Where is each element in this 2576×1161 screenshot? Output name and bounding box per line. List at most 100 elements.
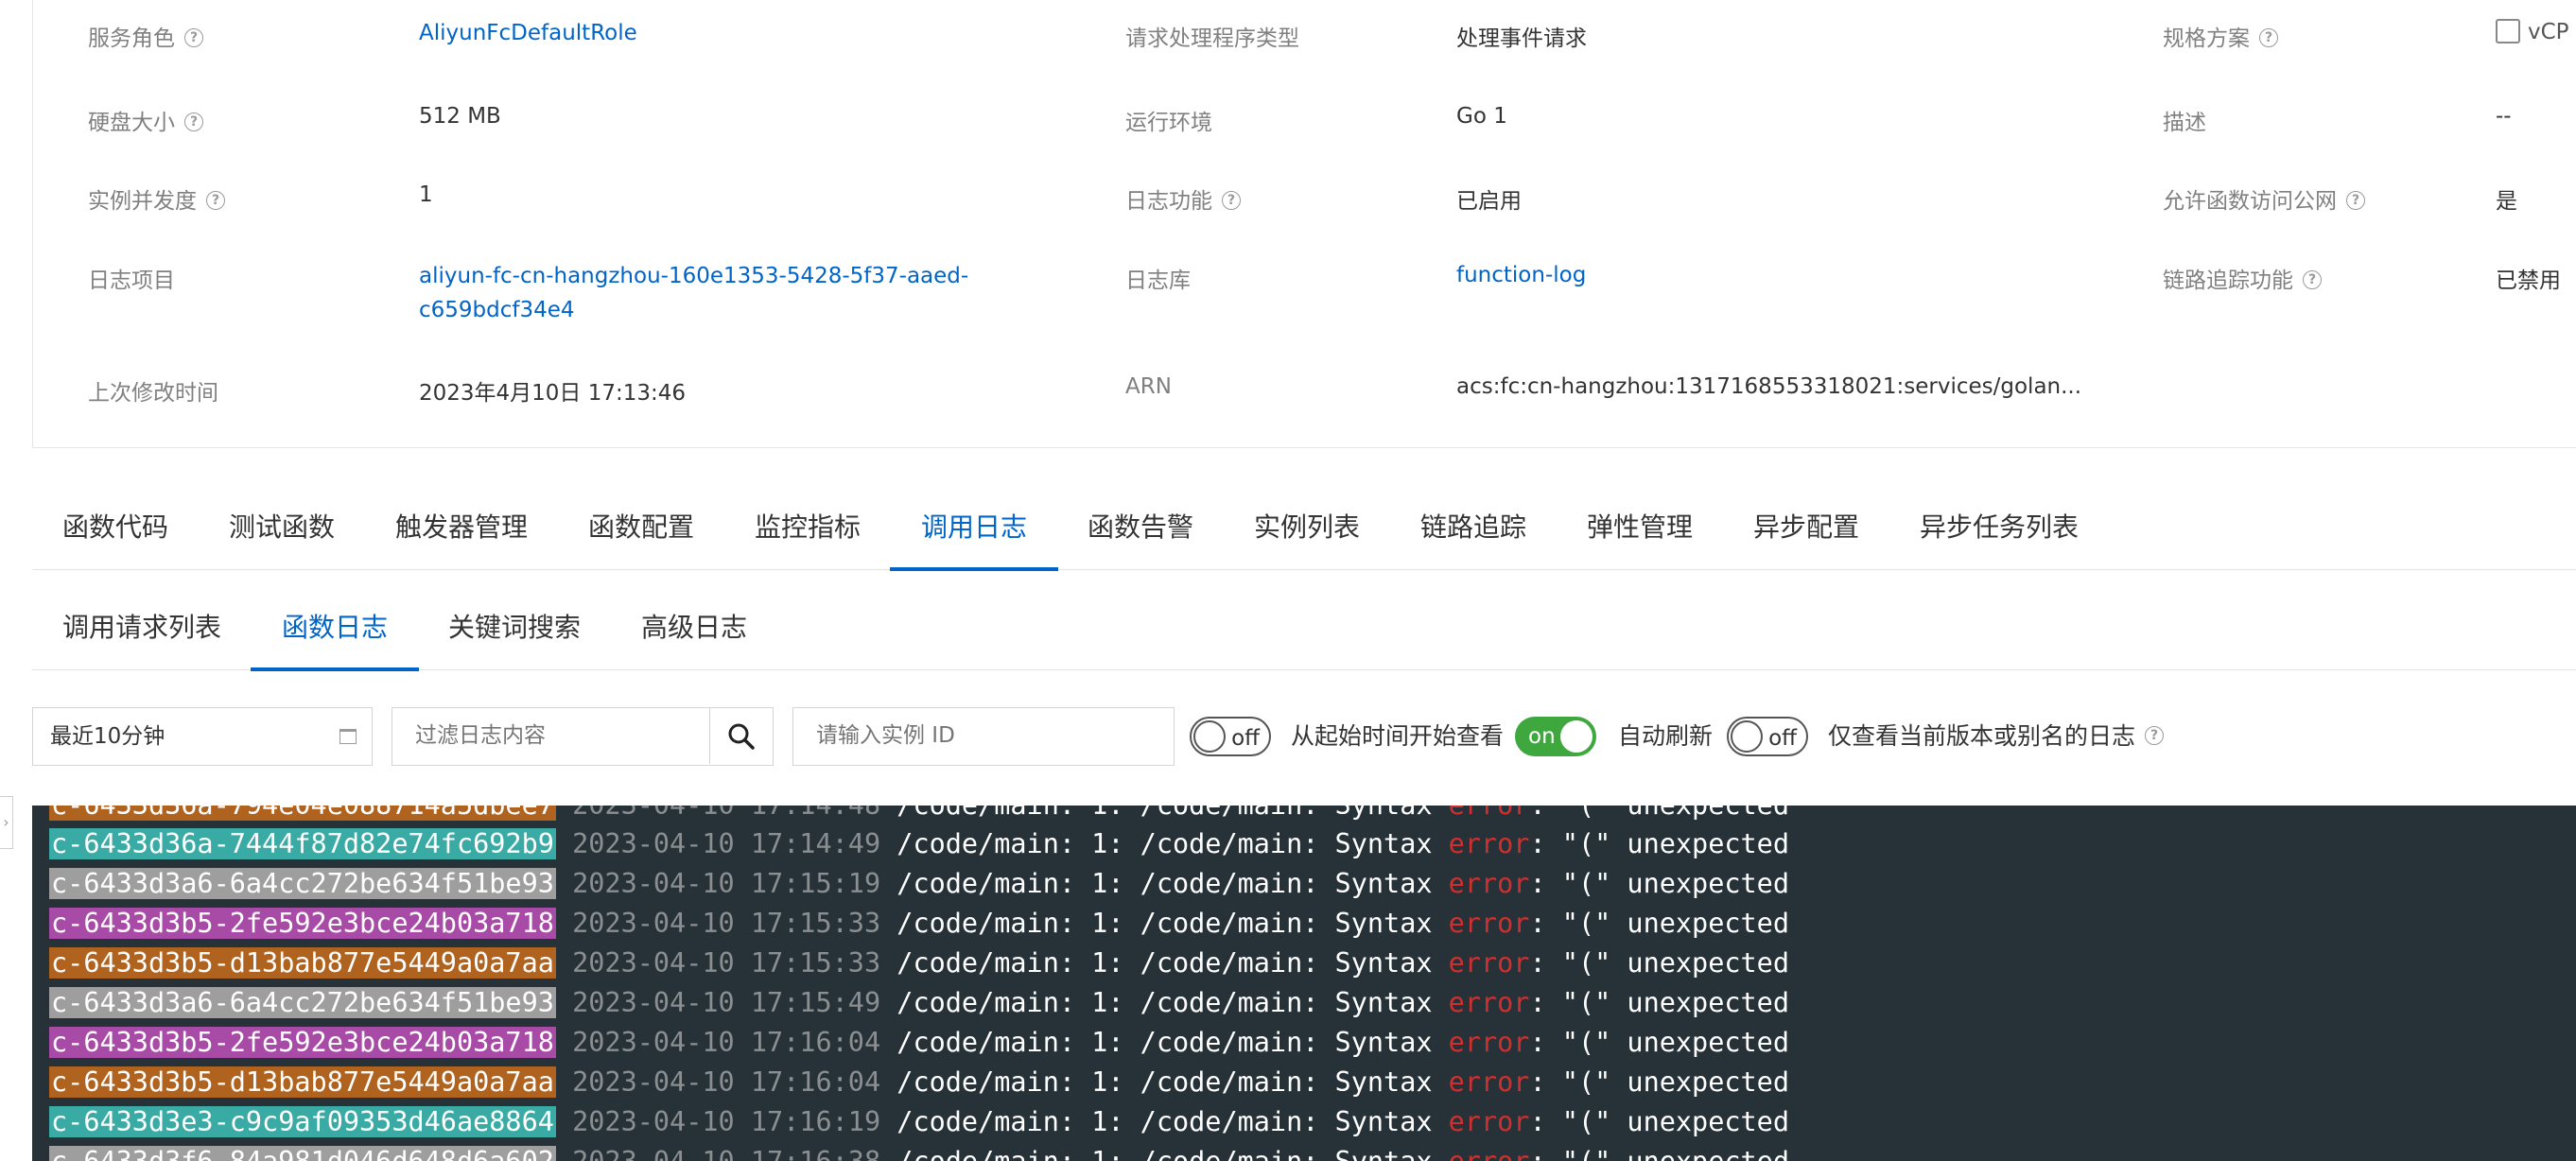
tab-invocation-request-list[interactable]: 调用请求列表 [62, 586, 221, 669]
log-message: : "(" unexpected [1529, 1066, 1790, 1098]
description-label: 描述 [2163, 111, 2206, 135]
function-info-card: 服务角色? AliyunFcDefaultRole 请求处理程序类型 处理事件请… [32, 0, 2576, 448]
help-icon[interactable]: ? [2346, 190, 2365, 210]
sidebar-collapse-handle[interactable]: › [0, 796, 13, 849]
help-icon[interactable]: ? [206, 190, 225, 210]
instance-id-tag[interactable]: c-6433d3e3-c9c9af09353d46ae8864 [49, 1106, 556, 1137]
log-timestamp: 2023-04-10 17:16:04 [572, 1066, 881, 1098]
tab-function-config[interactable]: 函数配置 [588, 486, 694, 569]
internet-access-value: 是 [2496, 189, 2517, 214]
search-icon [728, 723, 755, 750]
tab-async-task-list[interactable]: 异步任务列表 [1920, 486, 2079, 569]
log-message: : "(" unexpected [1529, 806, 1789, 821]
concurrency-value: 1 [419, 182, 433, 207]
internet-access-label: 允许函数访问公网? [2163, 182, 2365, 215]
tracing-value: 已禁用 [2496, 269, 2561, 293]
log-message: /code/main: 1: /code/main: Syntax [896, 868, 1449, 899]
log-timestamp: 2023-04-10 17:15:49 [572, 987, 881, 1018]
tab-advanced-logs[interactable]: 高级日志 [641, 586, 747, 669]
tab-function-code[interactable]: 函数代码 [62, 486, 168, 569]
logstore-label: 日志库 [1125, 269, 1191, 293]
instance-id-tag[interactable]: c-6433d3a6-6a4cc272be634f51be93 [49, 868, 556, 899]
instance-id-tag[interactable]: c-6433d3b5-2fe592e3bce24b03a718 [49, 1027, 556, 1058]
description-value: -- [2496, 104, 2512, 129]
instance-id-input[interactable] [793, 708, 1172, 763]
log-line: c-6433d3a6-6a4cc272be634f51be93 2023-04-… [49, 983, 1789, 1023]
log-message: : "(" unexpected [1529, 947, 1790, 979]
instance-id-tag[interactable]: c-6433d3a6-6a4cc272be634f51be93 [49, 987, 556, 1018]
log-error-keyword: error [1448, 1106, 1530, 1137]
instance-id-tag[interactable]: c-6433d3b5-2fe592e3bce24b03a718 [49, 908, 556, 939]
auto-refresh-toggle-label: 自动刷新 [1618, 722, 1714, 750]
log-error-keyword: error [1448, 987, 1530, 1018]
handler-type-value: 处理事件请求 [1456, 26, 1587, 51]
help-icon[interactable]: ? [2259, 27, 2278, 47]
disk-label: 硬盘大小? [88, 104, 203, 136]
help-icon[interactable]: ? [2303, 269, 2322, 289]
log-project-link[interactable]: aliyun-fc-cn-hangzhou-160e1353-5428-5f37… [419, 259, 1024, 327]
tab-elastic-management[interactable]: 弹性管理 [1587, 486, 1693, 569]
tab-keyword-search[interactable]: 关键词搜索 [448, 586, 581, 669]
service-role-link[interactable]: AliyunFcDefaultRole [419, 21, 637, 45]
log-timestamp: 2023-04-10 17:15:33 [572, 908, 881, 939]
instance-id-tag[interactable]: c-6433d36a-794e04e088714a5dbee7 [49, 806, 556, 821]
search-button[interactable] [709, 708, 773, 764]
start-time-toggle-label: 从起始时间开始查看 [1291, 722, 1505, 750]
calendar-icon [339, 729, 357, 744]
log-timestamp: 2023-04-10 17:16:19 [572, 1106, 881, 1137]
toggle-state-text: off [1768, 726, 1797, 751]
tab-test-function[interactable]: 测试函数 [229, 486, 335, 569]
log-message: : "(" unexpected [1529, 987, 1790, 1018]
tab-trigger-management[interactable]: 触发器管理 [395, 486, 528, 569]
tab-instance-list[interactable]: 实例列表 [1254, 486, 1360, 569]
runtime-label: 运行环境 [1125, 111, 1212, 135]
runtime-value: Go 1 [1456, 104, 1507, 129]
tab-async-config[interactable]: 异步配置 [1753, 486, 1859, 569]
tab-function-logs[interactable]: 函数日志 [250, 586, 420, 671]
current-version-toggle[interactable]: off [1727, 717, 1808, 756]
help-icon[interactable]: ? [1222, 190, 1241, 210]
log-timestamp: 2023-04-10 17:16:38 [572, 1146, 880, 1161]
handler-type-label: 请求处理程序类型 [1125, 26, 1299, 51]
arn-value: acs:fc:cn-hangzhou:1317168553318021:serv… [1456, 374, 2082, 399]
instance-id-tag[interactable]: c-6433d36a-7444f87d82e74fc692b9 [49, 828, 556, 859]
tab-tracing[interactable]: 链路追踪 [1420, 486, 1526, 569]
help-icon[interactable]: ? [184, 112, 203, 131]
spec-label: 规格方案? [2163, 20, 2278, 52]
log-line: c-6433d3b5-2fe592e3bce24b03a718 2023-04-… [49, 1023, 1789, 1063]
time-range-picker[interactable]: 最近10分钟 [32, 707, 373, 766]
concurrency-label: 实例并发度? [88, 182, 225, 215]
log-console[interactable]: c-6433d36a-794e04e088714a5dbee7 2023-04-… [32, 806, 2576, 1161]
log-line: c-6433d3f6-84a981d046d648d6a602 2023-04-… [49, 1142, 1789, 1161]
help-icon[interactable]: ? [2145, 726, 2165, 745]
log-line: c-6433d3b5-2fe592e3bce24b03a718 2023-04-… [49, 904, 1789, 944]
log-line: c-6433d36a-7444f87d82e74fc692b9 2023-04-… [49, 824, 1789, 864]
tab-invocation-logs[interactable]: 调用日志 [889, 486, 1059, 571]
log-timestamp: 2023-04-10 17:14:48 [572, 806, 880, 821]
log-error-keyword: error [1449, 1146, 1530, 1161]
auto-refresh-toggle[interactable]: on [1515, 717, 1596, 756]
current-version-toggle-label: 仅查看当前版本或别名的日志? [1828, 707, 2165, 766]
log-message: /code/main: 1: /code/main: Syntax [896, 806, 1448, 821]
instance-id-tag[interactable]: c-6433d3b5-d13bab877e5449a0a7aa [49, 947, 556, 979]
logging-value: 已启用 [1456, 189, 1522, 214]
log-error-keyword: error [1448, 868, 1530, 899]
log-filter-input[interactable] [392, 708, 710, 763]
log-message: : "(" unexpected [1529, 868, 1790, 899]
instance-id-box [792, 707, 1175, 766]
log-message: : "(" unexpected [1529, 1106, 1790, 1137]
log-message: /code/main: 1: /code/main: Syntax [896, 1106, 1449, 1137]
log-message: : "(" unexpected [1529, 908, 1790, 939]
start-time-toggle[interactable]: off [1190, 717, 1271, 756]
log-error-keyword: error [1448, 1066, 1530, 1098]
log-message: /code/main: 1: /code/main: Syntax [896, 987, 1449, 1018]
instance-id-tag[interactable]: c-6433d3f6-84a981d046d648d6a602 [49, 1146, 556, 1161]
tab-monitoring-metrics[interactable]: 监控指标 [755, 486, 861, 569]
instance-id-tag[interactable]: c-6433d3b5-d13bab877e5449a0a7aa [49, 1066, 556, 1098]
logstore-link[interactable]: function-log [1456, 263, 1586, 287]
log-error-keyword: error [1448, 1027, 1530, 1058]
help-icon[interactable]: ? [184, 27, 203, 47]
tab-function-alerts[interactable]: 函数告警 [1088, 486, 1193, 569]
toggle-state-text: off [1231, 726, 1260, 751]
log-message: /code/main: 1: /code/main: Syntax [896, 947, 1449, 979]
